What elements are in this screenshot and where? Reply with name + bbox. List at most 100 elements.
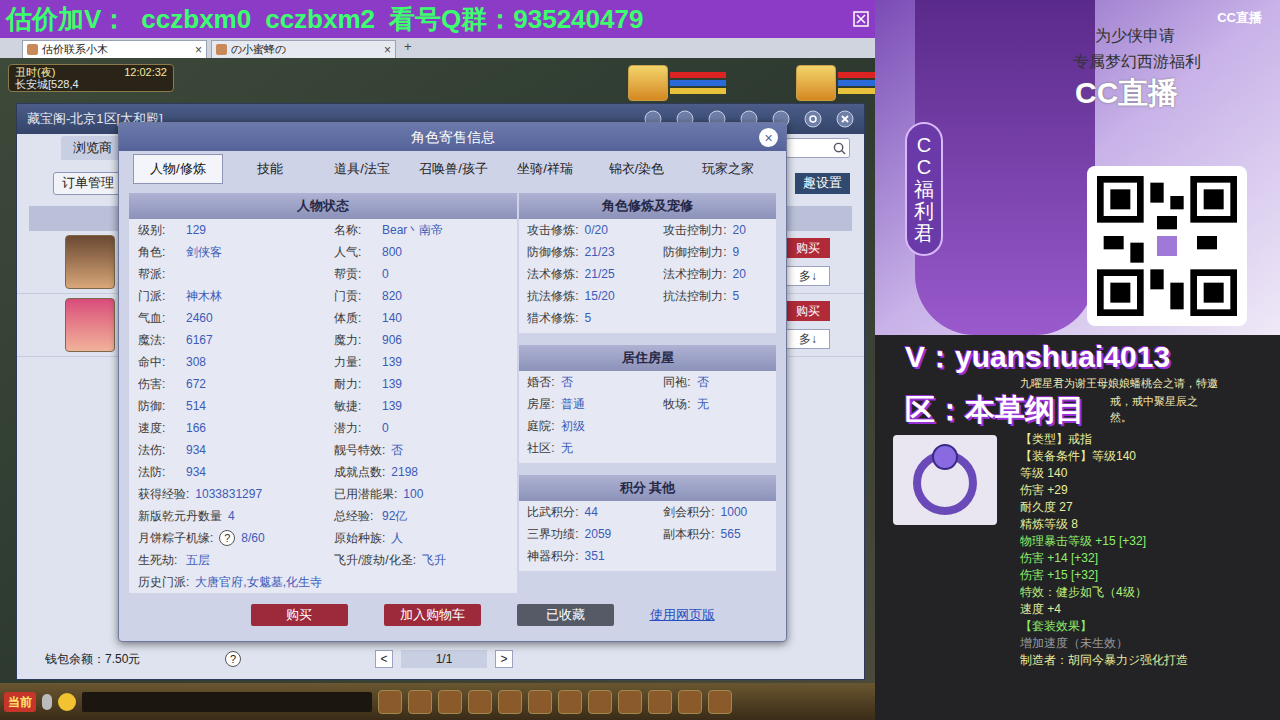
nav-tab[interactable]: 浏览商 [61, 136, 124, 160]
prev-button[interactable]: < [375, 650, 393, 668]
field-label: 潜力: [334, 419, 382, 437]
more-dropdown[interactable]: 多↓ [786, 266, 830, 286]
shortcut-icon[interactable] [678, 690, 702, 714]
field-label: 获得经验: [138, 485, 195, 503]
next-button[interactable]: > [495, 650, 513, 668]
dialog-body: 人物状态级别:129名称:Bear丶南帝角色:剑侠客人气:800帮派:帮贡:0门… [119, 187, 786, 593]
status-rows: 级别:129名称:Bear丶南帝角色:剑侠客人气:800帮派:帮贡:0门派:神木… [129, 219, 517, 593]
channel-button[interactable]: 当前 [4, 692, 36, 712]
close-icon[interactable] [836, 110, 854, 128]
web-version-link[interactable]: 使用网页版 [650, 605, 715, 625]
field-label: 级别: [138, 221, 186, 239]
qr-code [1087, 166, 1247, 326]
search-box[interactable] [786, 138, 850, 158]
shortcut-icon[interactable] [588, 690, 612, 714]
buy-button[interactable]: 购买 [786, 238, 830, 258]
help-icon[interactable]: ? [225, 651, 241, 667]
field-value: 166 [186, 419, 206, 437]
shortcut-icon[interactable] [708, 690, 732, 714]
item-stat-line: 【类型】戒指 [1020, 431, 1188, 448]
field-label: 庭院: [527, 417, 560, 435]
field: 魔力:906 [334, 331, 508, 349]
portrait-frame[interactable] [628, 65, 726, 101]
game-scene: 丑时(夜)12:02:32长安城[528,4藏宝阁-北京1区[太和殿]浏览商订单… [0, 58, 875, 683]
dialog-tab[interactable]: 玩家之家 [684, 154, 772, 184]
shortcut-icon[interactable] [498, 690, 522, 714]
field-label: 原始种族: [334, 529, 391, 547]
dialog-tab[interactable]: 技能 [227, 154, 315, 184]
field-label: 房屋: [527, 395, 560, 413]
help-icon[interactable]: ? [219, 530, 235, 546]
field-label: 抗法控制力: [663, 287, 732, 305]
status-row: 伤害:672 耐力:139 [138, 373, 508, 395]
field-value: 129 [186, 221, 206, 239]
action-button[interactable]: 购买 [251, 604, 348, 626]
shortcut-icon[interactable] [618, 690, 642, 714]
dialog-tab[interactable]: 锦衣/染色 [593, 154, 681, 184]
shortcut-icon[interactable] [468, 690, 492, 714]
field-value: 2198 [391, 463, 418, 481]
close-icon[interactable] [853, 11, 869, 27]
field-value: 351 [585, 547, 605, 565]
field-label: 名称: [334, 221, 382, 239]
item-icon-column [875, 431, 1020, 669]
shortcut-icon[interactable] [528, 690, 552, 714]
dialog-tab[interactable]: 人物/修炼 [133, 154, 223, 184]
field-label: 法伤: [138, 441, 186, 459]
settings-icon[interactable] [804, 110, 822, 128]
field-label: 总经验: [334, 507, 382, 525]
field-label: 伤害: [138, 375, 186, 393]
add-tab-button[interactable]: + [400, 37, 412, 59]
bars [670, 72, 726, 94]
shortcut-icon[interactable] [378, 690, 402, 714]
status-row: 气血:2460体质:140 [138, 307, 508, 329]
field: 房屋:普通 [527, 395, 663, 413]
settings-button[interactable]: 趣设置 [795, 173, 850, 194]
field-label: 已用潜能果: [334, 485, 403, 503]
item-description: 九曜星君为谢王母娘娘蟠桃会之请，特邀 [875, 375, 1280, 391]
pager: <1/1> [375, 650, 513, 668]
buy-button[interactable]: 购买 [786, 301, 830, 321]
action-button[interactable]: 已收藏 [517, 604, 614, 626]
field: 门派:神木林 [138, 287, 334, 305]
dialog-tab[interactable]: 坐骑/祥瑞 [501, 154, 589, 184]
field-value: 神木林 [186, 287, 222, 305]
field-label: 比武积分: [527, 503, 584, 521]
wallet-balance: 钱包余额：7.50元 [45, 650, 225, 668]
more-dropdown[interactable]: 多↓ [786, 329, 830, 349]
section-rows: 婚否:否同袍:否房屋:普通牧场:无庭院:初级社区:无 [519, 371, 776, 459]
chat-input[interactable] [82, 692, 372, 712]
field-value: 2460 [186, 309, 213, 327]
tab-close[interactable]: × [384, 41, 391, 59]
action-button[interactable]: 加入购物车 [384, 604, 481, 626]
shortcut-icon[interactable] [648, 690, 672, 714]
mic-icon[interactable] [42, 694, 52, 710]
status-row: 帮派:帮贡:0 [138, 263, 508, 285]
browser-tab[interactable]: の小蜜蜂の× [211, 40, 396, 58]
emoji-icon[interactable] [58, 693, 76, 711]
shortcut-icon[interactable] [558, 690, 582, 714]
ad-line-2: 专属梦幻西游福利 [1073, 50, 1201, 74]
section-row: 抗法修炼:15/20抗法控制力:5 [527, 285, 768, 307]
field-value: 100 [403, 485, 423, 503]
browser-tab[interactable]: 估价联系小木× [22, 40, 207, 58]
shortcut-icon[interactable] [438, 690, 462, 714]
dialog-tab[interactable]: 召唤兽/孩子 [410, 154, 498, 184]
field-label: 神器积分: [527, 547, 584, 565]
field-label: 敏捷: [334, 397, 382, 415]
tab-close[interactable]: × [195, 41, 202, 59]
order-button[interactable]: 订单管理 [53, 172, 123, 195]
dialog-tab[interactable]: 道具/法宝 [318, 154, 406, 184]
dialog-close-button[interactable]: × [759, 128, 778, 147]
field-label: 耐力: [334, 375, 382, 393]
tab-icon [216, 44, 227, 55]
shortcut-icon[interactable] [408, 690, 432, 714]
field: 获得经验:1033831297 [138, 485, 334, 503]
status-row: 月饼粽子机缘:?8/60原始种族:人 [138, 527, 508, 549]
field-label: 防御: [138, 397, 186, 415]
ad-watermark: CC直播 [1217, 8, 1262, 28]
field: 耐力:139 [334, 375, 508, 393]
field-label: 速度: [138, 419, 186, 437]
field-value: 672 [186, 375, 206, 393]
field: 生死劫:五层 [138, 551, 334, 569]
